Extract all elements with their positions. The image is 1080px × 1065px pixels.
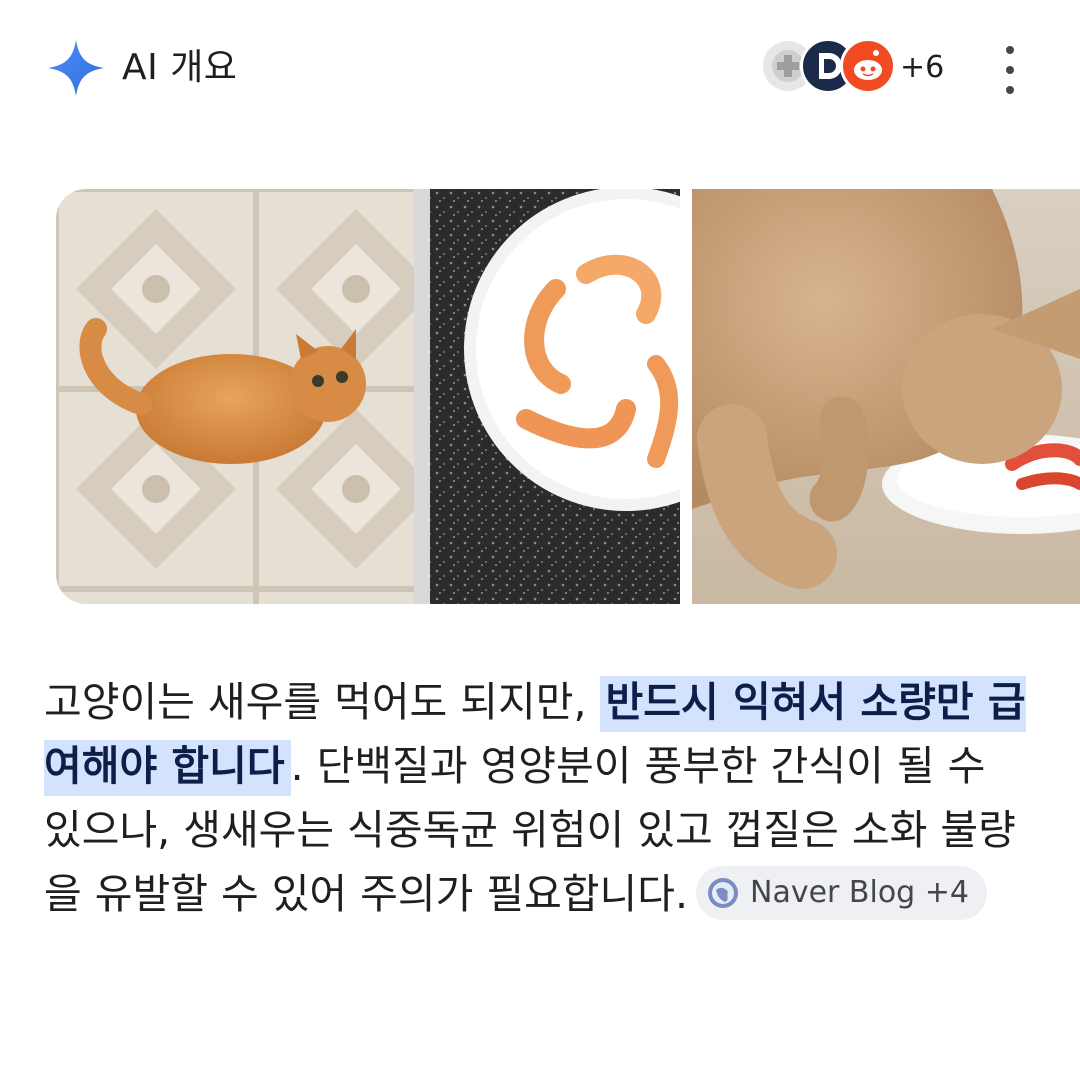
more-sources-count[interactable]: +6 [900,50,944,86]
source-chip[interactable]: Naver Blog +4 [696,866,987,920]
source-avatars[interactable]: +6 [760,38,960,98]
ai-overview-title: AI 개요 [122,47,238,88]
answer-text-intro: 고양이는 새우를 먹어도 되지만, [44,678,600,726]
source-chip-label: Naver Blog +4 [750,875,969,910]
sparkle-icon [48,40,104,96]
more-vert-icon[interactable] [988,46,1032,94]
globe-icon [708,878,738,908]
cat-shrimp-plate-image[interactable] [56,189,680,604]
ai-overview-header: AI 개요 +6 [0,0,1080,140]
cat-eating-shrimp-image[interactable] [692,189,1080,604]
source-avatar-reddit[interactable] [840,38,896,94]
ai-overview-answer: 고양이는 새우를 먹어도 되지만, 반드시 익혀서 소량만 급여해야 합니다. … [44,670,1034,926]
image-carousel[interactable] [56,189,1080,604]
